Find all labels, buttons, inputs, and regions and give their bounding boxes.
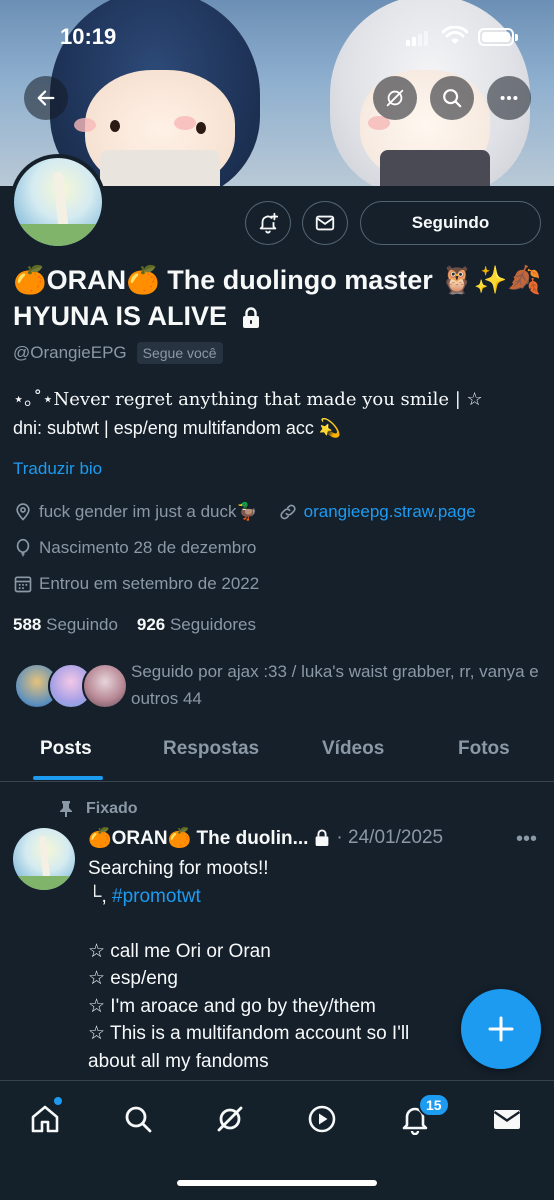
post-author-avatar[interactable] [13,828,75,890]
message-button[interactable] [302,201,348,245]
home-icon [31,1105,59,1133]
bio-line: ⋆｡˚⋆Never regret anything that made you … [13,389,483,410]
grok-icon [386,89,404,107]
hashtag-link[interactable]: #promotwt [112,886,201,907]
following-label: Seguindo [46,615,118,634]
envelope-icon [493,1110,521,1129]
display-name: 🍊ORAN🍊 The duolingo master 🦉✨🍂 HYUNA IS … [13,262,543,334]
followed-by-avatars[interactable] [14,663,128,709]
tab-posts[interactable]: Posts [40,738,92,760]
following-count-link[interactable]: 588 Seguindo [13,615,118,634]
tab-replies[interactable]: Respostas [163,738,259,760]
location-pin-icon [16,503,30,521]
tab-videos[interactable]: Vídeos [322,738,384,760]
followers-label: Seguidores [169,615,256,634]
follows-you-badge: Segue você [136,342,223,364]
compose-post-button[interactable] [461,989,541,1069]
banner-eye [196,122,206,134]
user-handle: @OrangieEPG [13,343,127,362]
profile-bio: ⋆｡˚⋆Never regret anything that made you … [13,386,543,442]
home-indicator [177,1180,377,1186]
bell-plus-icon [259,212,279,234]
meta-row: fuck gender im just a duck🦆 orangieepg.s… [13,502,476,522]
post-author-name[interactable]: 🍊ORAN🍊 The duolin... [88,826,308,850]
banner-cheek [74,118,96,132]
post-line: Searching for moots!! [88,858,269,879]
status-time: 10:19 [60,24,117,49]
search-icon [125,1106,152,1133]
nav-messages[interactable] [489,1101,525,1137]
followers-count-link[interactable]: 926 Seguidores [137,615,256,634]
back-button[interactable] [24,76,68,120]
nav-video[interactable] [304,1101,340,1137]
nav-grok[interactable] [212,1101,248,1137]
avatar [82,663,128,709]
post-date[interactable]: · 24/01/2025 [336,827,443,849]
profile-birthdate: Nascimento 28 de dezembro [39,538,257,557]
followed-by-text[interactable]: Seguido por ajax :33 / luka's waist grab… [131,658,541,712]
display-name-text: 🍊ORAN🍊 The duolingo master 🦉✨🍂 HYUNA IS … [13,265,542,331]
home-unread-dot [54,1097,62,1105]
banner-eye [110,120,120,132]
grok-icon [217,1106,243,1132]
lock-icon [316,829,329,846]
nav-home[interactable] [27,1101,63,1137]
follow-counts: 588 Seguindo 926 Seguidores [13,615,256,635]
post-body-text: ☆ call me Ori or Oran ☆ esp/eng ☆ I'm ar… [88,940,410,1072]
more-options-button[interactable] [487,76,531,120]
profile-joined-date: Entrou em setembro de 2022 [39,574,260,593]
following-button[interactable]: Seguindo [360,201,541,245]
pin-icon [60,801,72,817]
handle-row: @OrangieEPG Segue você [13,342,223,364]
hashtag-prefix: └, [88,885,113,907]
banner-collar [100,150,220,186]
balloon-icon [16,538,30,557]
grok-button[interactable] [373,76,417,120]
profile-avatar[interactable] [10,154,106,250]
banner-collar [380,150,490,186]
profile-location: fuck gender im just a duck🦆 [39,502,258,521]
following-count: 588 [13,615,42,634]
profile-tabs: Posts Respostas Vídeos Fotos [0,726,554,782]
tab-photos[interactable]: Fotos [458,738,510,760]
battery-fill [482,32,510,42]
bio-line: dni: subtwt | esp/eng multifandom acc 💫 [13,418,342,438]
cellular-signal-icon [406,30,430,46]
calendar-icon [14,576,32,593]
profile-website-link[interactable]: orangieepg.straw.page [304,502,476,522]
lock-icon [242,307,259,328]
post-header: 🍊ORAN🍊 The duolin... · 24/01/2025 [88,826,508,850]
translate-bio-link[interactable]: Traduzir bio [13,459,102,479]
arrow-left-icon [37,90,55,106]
plus-icon [488,1016,514,1042]
notify-button[interactable] [245,201,291,245]
wifi-icon [442,26,468,44]
envelope-icon [315,215,335,231]
notifications-badge: 15 [418,1093,450,1117]
play-circle-icon [308,1105,336,1133]
more-horizontal-icon [500,95,518,101]
followers-count: 926 [136,615,166,634]
link-icon [280,504,296,520]
banner-cheek [174,116,196,130]
active-tab-indicator [33,776,103,780]
meta-row: Entrou em setembro de 2022 [13,574,259,594]
nav-search[interactable] [120,1101,156,1137]
pinned-text: Fixado [86,800,138,817]
pinned-label: Fixado [58,800,138,818]
status-bar: 10:19 [0,0,554,72]
meta-row: Nascimento 28 de dezembro [13,538,256,558]
search-icon [443,89,462,108]
search-button[interactable] [430,76,474,120]
battery-icon [478,28,518,46]
post-more-icon[interactable]: ••• [516,828,537,851]
